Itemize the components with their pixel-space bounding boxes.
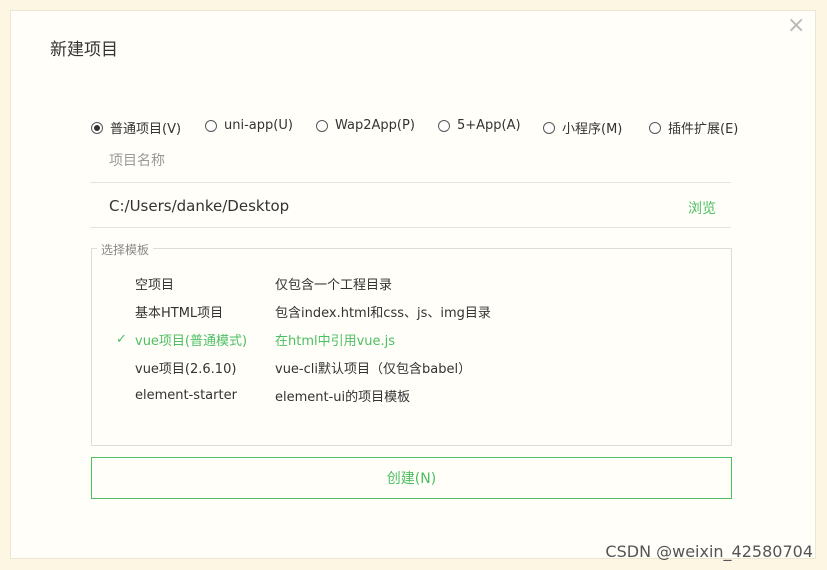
radio-mini-program[interactable]: 小程序(M): [543, 118, 622, 137]
radio-label: 插件扩展(E): [668, 122, 739, 137]
project-path-field: 浏览: [90, 185, 731, 228]
check-icon: ✓: [116, 331, 127, 347]
template-desc: 仅包含一个工程目录: [275, 277, 393, 293]
project-path-input[interactable]: [90, 185, 731, 227]
radio-button[interactable]: [543, 121, 555, 134]
template-group: 选择模板 空项目 仅包含一个工程目录 基本HTML项目 包含index.html…: [91, 241, 732, 446]
project-name-input[interactable]: [90, 140, 731, 182]
radio-plugin-extension[interactable]: 插件扩展(E): [649, 118, 738, 137]
template-desc: 在html中引用vue.js: [275, 333, 396, 349]
template-name: element-starter: [135, 387, 237, 403]
radio-button[interactable]: [205, 119, 217, 132]
template-desc: element-ui的项目模板: [275, 389, 411, 405]
dialog-title: 新建项目: [50, 40, 118, 60]
template-name: 基本HTML项目: [135, 305, 224, 321]
template-desc: 包含index.html和css、js、img目录: [275, 305, 491, 321]
template-row-element-starter[interactable]: element-starter element-ui的项目模板: [92, 383, 731, 407]
radio-label: 普通项目(V): [110, 122, 182, 137]
watermark: CSDN @weixin_42580704: [605, 542, 813, 561]
radio-label: 小程序(M): [562, 122, 623, 137]
project-name-field: [90, 140, 731, 183]
template-row-empty[interactable]: 空项目 仅包含一个工程目录: [92, 271, 731, 295]
radio-normal-project[interactable]: 普通项目(V): [91, 118, 181, 137]
radio-label: Wap2App(P): [335, 118, 415, 133]
template-name: 空项目: [135, 277, 175, 293]
radio-uni-app[interactable]: uni-app(U): [205, 118, 293, 133]
new-project-dialog: × 新建项目 普通项目(V) uni-app(U) Wap2App(P) 5+A…: [10, 10, 816, 559]
template-desc: vue-cli默认项目（仅包含babel）: [275, 361, 472, 377]
radio-button[interactable]: [91, 121, 103, 134]
template-row-basic-html[interactable]: 基本HTML项目 包含index.html和css、js、img目录: [92, 299, 731, 323]
radio-5plus-app[interactable]: 5+App(A): [438, 118, 521, 133]
create-button[interactable]: 创建(N): [91, 457, 732, 499]
project-type-group: 普通项目(V) uni-app(U) Wap2App(P) 5+App(A) 小…: [91, 118, 741, 138]
template-name: vue项目(普通模式): [135, 333, 248, 349]
template-group-legend: 选择模板: [97, 241, 154, 258]
browse-link[interactable]: 浏览: [688, 198, 716, 218]
template-row-vue-cli[interactable]: vue项目(2.6.10) vue-cli默认项目（仅包含babel）: [92, 355, 731, 379]
radio-wap2app[interactable]: Wap2App(P): [316, 118, 415, 133]
radio-button[interactable]: [316, 119, 328, 132]
template-name: vue项目(2.6.10): [135, 361, 237, 377]
close-icon[interactable]: ×: [787, 15, 805, 37]
radio-label: uni-app(U): [224, 118, 293, 133]
radio-label: 5+App(A): [457, 118, 521, 133]
radio-button[interactable]: [438, 119, 450, 132]
radio-button[interactable]: [649, 121, 661, 134]
template-row-vue-normal[interactable]: ✓ vue项目(普通模式) 在html中引用vue.js: [92, 327, 731, 351]
